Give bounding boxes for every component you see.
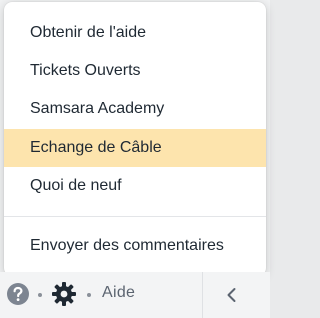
help-circle-icon[interactable]: [6, 282, 30, 306]
separator-dot: [87, 293, 91, 297]
menu-item-get-help[interactable]: Obtenir de l'aide: [4, 14, 266, 52]
help-label[interactable]: Aide: [102, 284, 135, 302]
chevron-left-icon: [227, 288, 236, 302]
separator-dot: [38, 293, 42, 297]
menu-divider: [4, 216, 266, 217]
sidebar-footer: Aide: [0, 272, 270, 318]
help-menu-panel: Obtenir de l'aide Tickets Ouverts Samsar…: [0, 0, 270, 318]
menu-item-cable-exchange[interactable]: Echange de Câble: [4, 129, 266, 167]
help-dropdown-menu: Obtenir de l'aide Tickets Ouverts Samsar…: [4, 2, 266, 276]
menu-item-whats-new[interactable]: Quoi de neuf: [4, 167, 266, 205]
menu-item-open-tickets[interactable]: Tickets Ouverts: [4, 52, 266, 90]
collapse-sidebar-button[interactable]: [203, 272, 270, 318]
gear-icon[interactable]: [51, 281, 77, 307]
menu-item-send-feedback[interactable]: Envoyer des commentaires: [4, 227, 266, 265]
menu-item-samsara-academy[interactable]: Samsara Academy: [4, 90, 266, 128]
